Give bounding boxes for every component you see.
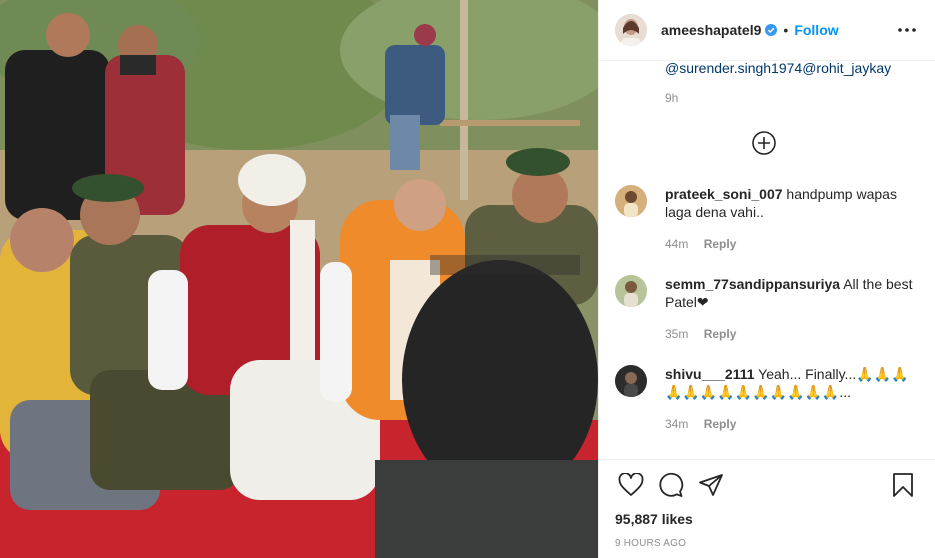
reply-button[interactable]: Reply — [704, 237, 737, 251]
commenter-avatar[interactable] — [615, 275, 647, 307]
instagram-post: ameeshapatel9 • Follow @surender.singh19… — [0, 0, 935, 558]
reply-button[interactable]: Reply — [704, 327, 737, 341]
author-avatar[interactable] — [615, 14, 647, 46]
comment-time: 35m — [665, 327, 689, 341]
verified-badge-icon — [765, 24, 778, 36]
comments-list[interactable]: @surender.singh1974@rohit_jaykay 9h prat… — [599, 61, 935, 459]
post-photo[interactable] — [0, 0, 598, 558]
reply-button[interactable]: Reply — [704, 417, 737, 431]
comment-item: semm_77sandippansuriya All the best Pate… — [615, 275, 920, 341]
likes-count[interactable]: 95,887 likes — [599, 509, 935, 533]
separator-dot: • — [783, 22, 789, 38]
post-timestamp: 9 HOURS AGO — [615, 538, 687, 549]
commenter-avatar[interactable] — [615, 365, 647, 397]
comment-icon[interactable] — [651, 465, 691, 505]
comment-item: shivu___2111 Yeah... Finally...🙏🙏🙏🙏🙏🙏🙏🙏🙏… — [615, 365, 920, 431]
share-icon[interactable] — [691, 465, 731, 505]
comment-item: prateek_soni_007 handpump wapas laga den… — [615, 185, 920, 251]
comment-username[interactable]: shivu___2111 — [665, 366, 755, 382]
heart-icon[interactable] — [611, 465, 651, 505]
author-username[interactable]: ameeshapatel9 — [661, 22, 761, 38]
action-bar — [599, 459, 935, 509]
caption-mentions[interactable]: @surender.singh1974@rohit_jaykay — [665, 61, 891, 76]
comment-username[interactable]: prateek_soni_007 — [665, 186, 783, 202]
plus-circle-icon[interactable] — [751, 130, 777, 156]
more-options-icon[interactable] — [895, 18, 919, 42]
bookmark-icon[interactable] — [883, 465, 923, 505]
post-side-panel: ameeshapatel9 • Follow @surender.singh19… — [598, 0, 935, 558]
caption-time: 9h — [665, 91, 679, 105]
comment-time: 44m — [665, 237, 689, 251]
comment-username[interactable]: semm_77sandippansuriya — [665, 276, 840, 292]
post-header: ameeshapatel9 • Follow — [599, 0, 935, 61]
comment-time: 34m — [665, 417, 689, 431]
follow-button[interactable]: Follow — [794, 22, 838, 38]
photo-illustration — [0, 0, 598, 558]
commenter-avatar[interactable] — [615, 185, 647, 217]
